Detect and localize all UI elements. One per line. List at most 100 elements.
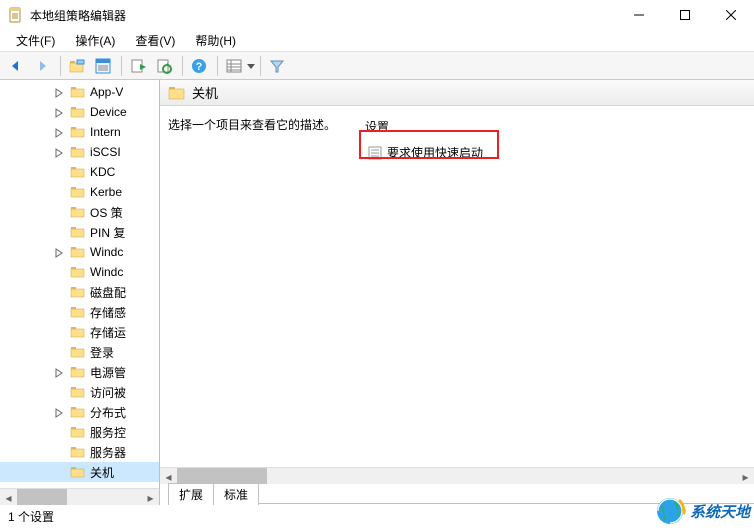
folder-icon [168,84,186,102]
tree-item-label: 分布式 [90,404,126,421]
tree-hscrollbar[interactable]: ◂ ▸ [0,488,159,505]
tree-panel: App-V Device Intern iSCSI KDC Kerbe OS 策PIN 复 W… [0,80,160,505]
tree-item-label: 登录 [90,344,114,361]
help-button[interactable]: ? [187,54,211,78]
globe-icon [654,495,686,527]
setting-item[interactable]: 要求使用快速启动 [363,143,746,162]
tree-item[interactable]: Windc [0,242,159,262]
menu-file[interactable]: 文件(F) [6,30,65,51]
toolbar: ? [0,52,754,80]
tree-item-label: Device [90,105,127,119]
tree-item[interactable]: 服务器 [0,442,159,462]
panel-heading: 关机 [192,83,218,102]
details-hscroll-thumb[interactable] [177,468,267,484]
tree-item-label: Kerbe [90,185,122,199]
close-button[interactable] [708,0,754,30]
tree-item[interactable]: Windc [0,262,159,282]
tree-item-label: Intern [90,125,121,139]
folder-icon [70,244,86,260]
filter-button[interactable] [265,54,289,78]
window-controls [616,0,754,30]
details-view-button[interactable] [222,54,246,78]
view-dropdown[interactable] [246,62,256,70]
chevron-right-icon[interactable] [54,367,64,381]
tree-item[interactable]: 电源管 [0,362,159,382]
folder-icon [70,264,86,280]
tree-item-label: OS 策 [90,204,123,221]
details-panel: 关机 选择一个项目来查看它的描述。 设置 要求使用快速启动 [160,80,754,505]
tree-item[interactable]: App-V [0,82,159,102]
policy-icon [367,145,383,161]
tree-item[interactable]: 磁盘配 [0,282,159,302]
forward-button[interactable] [30,54,54,78]
tree-item-label: 存储感 [90,304,126,321]
tree-item[interactable]: 访问被 [0,382,159,402]
panel-header: 关机 [160,80,754,106]
tree-item[interactable]: 登录 [0,342,159,362]
tree-item[interactable]: KDC [0,162,159,182]
back-button[interactable] [4,54,28,78]
menu-help[interactable]: 帮助(H) [185,30,246,51]
chevron-right-icon[interactable] [54,247,64,261]
watermark-text: 系统天地 [690,501,750,522]
app-icon [8,7,24,23]
properties-button[interactable] [91,54,115,78]
tab-extended[interactable]: 扩展 [168,483,214,506]
details-hscrollbar[interactable]: ◂ ▸ [160,467,754,484]
menu-view[interactable]: 查看(V) [125,30,185,51]
show-hide-tree-button[interactable] [65,54,89,78]
tree-item-label: 服务控 [90,424,126,441]
chevron-right-icon[interactable] [54,107,64,121]
tree-body[interactable]: App-V Device Intern iSCSI KDC Kerbe OS 策PIN 复 W… [0,80,159,488]
export-button[interactable] [126,54,150,78]
tree-item[interactable]: 关机 [0,462,159,482]
maximize-button[interactable] [662,0,708,30]
tree-item-label: 关机 [90,464,114,481]
svg-text:?: ? [196,61,203,73]
status-text: 1 个设置 [8,508,54,525]
tab-standard[interactable]: 标准 [213,483,259,506]
folder-icon [70,424,86,440]
tree-item[interactable]: Intern [0,122,159,142]
tree-item-label: Windc [90,245,123,259]
content-area: App-V Device Intern iSCSI KDC Kerbe OS 策PIN 复 W… [0,80,754,505]
chevron-right-icon[interactable] [54,407,64,421]
refresh-button[interactable] [152,54,176,78]
folder-icon [70,404,86,420]
tree-item[interactable]: Device [0,102,159,122]
folder-icon [70,204,86,220]
folder-icon [70,364,86,380]
folder-icon [70,444,86,460]
menubar: 文件(F) 操作(A) 查看(V) 帮助(H) [0,30,754,52]
tree-item-label: 磁盘配 [90,284,126,301]
tree-item-label: App-V [90,85,123,99]
tree-item-label: 存储运 [90,324,126,341]
chevron-right-icon[interactable] [54,147,64,161]
folder-icon [70,384,86,400]
tree-item-label: KDC [90,165,115,179]
minimize-button[interactable] [616,0,662,30]
folder-icon [70,224,86,240]
tree-item[interactable]: OS 策 [0,202,159,222]
tree-item[interactable]: 存储运 [0,322,159,342]
tree-item[interactable]: Kerbe [0,182,159,202]
tree-item[interactable]: PIN 复 [0,222,159,242]
scroll-right-icon[interactable]: ▸ [737,468,754,485]
tree-item[interactable]: iSCSI [0,142,159,162]
tree-hscroll-thumb[interactable] [17,489,67,505]
tree-item-label: iSCSI [90,145,121,159]
chevron-right-icon[interactable] [54,87,64,101]
menu-action[interactable]: 操作(A) [65,30,125,51]
scroll-right-icon[interactable]: ▸ [142,489,159,506]
tree-item[interactable]: 服务控 [0,422,159,442]
settings-column-header[interactable]: 设置 [363,116,746,141]
folder-icon [70,84,86,100]
chevron-right-icon[interactable] [54,127,64,141]
folder-icon [70,324,86,340]
tree-item-label: Windc [90,265,123,279]
folder-icon [70,164,86,180]
tree-item[interactable]: 存储感 [0,302,159,322]
tree-item[interactable]: 分布式 [0,402,159,422]
scroll-left-icon[interactable]: ◂ [0,489,17,506]
folder-icon [70,104,86,120]
